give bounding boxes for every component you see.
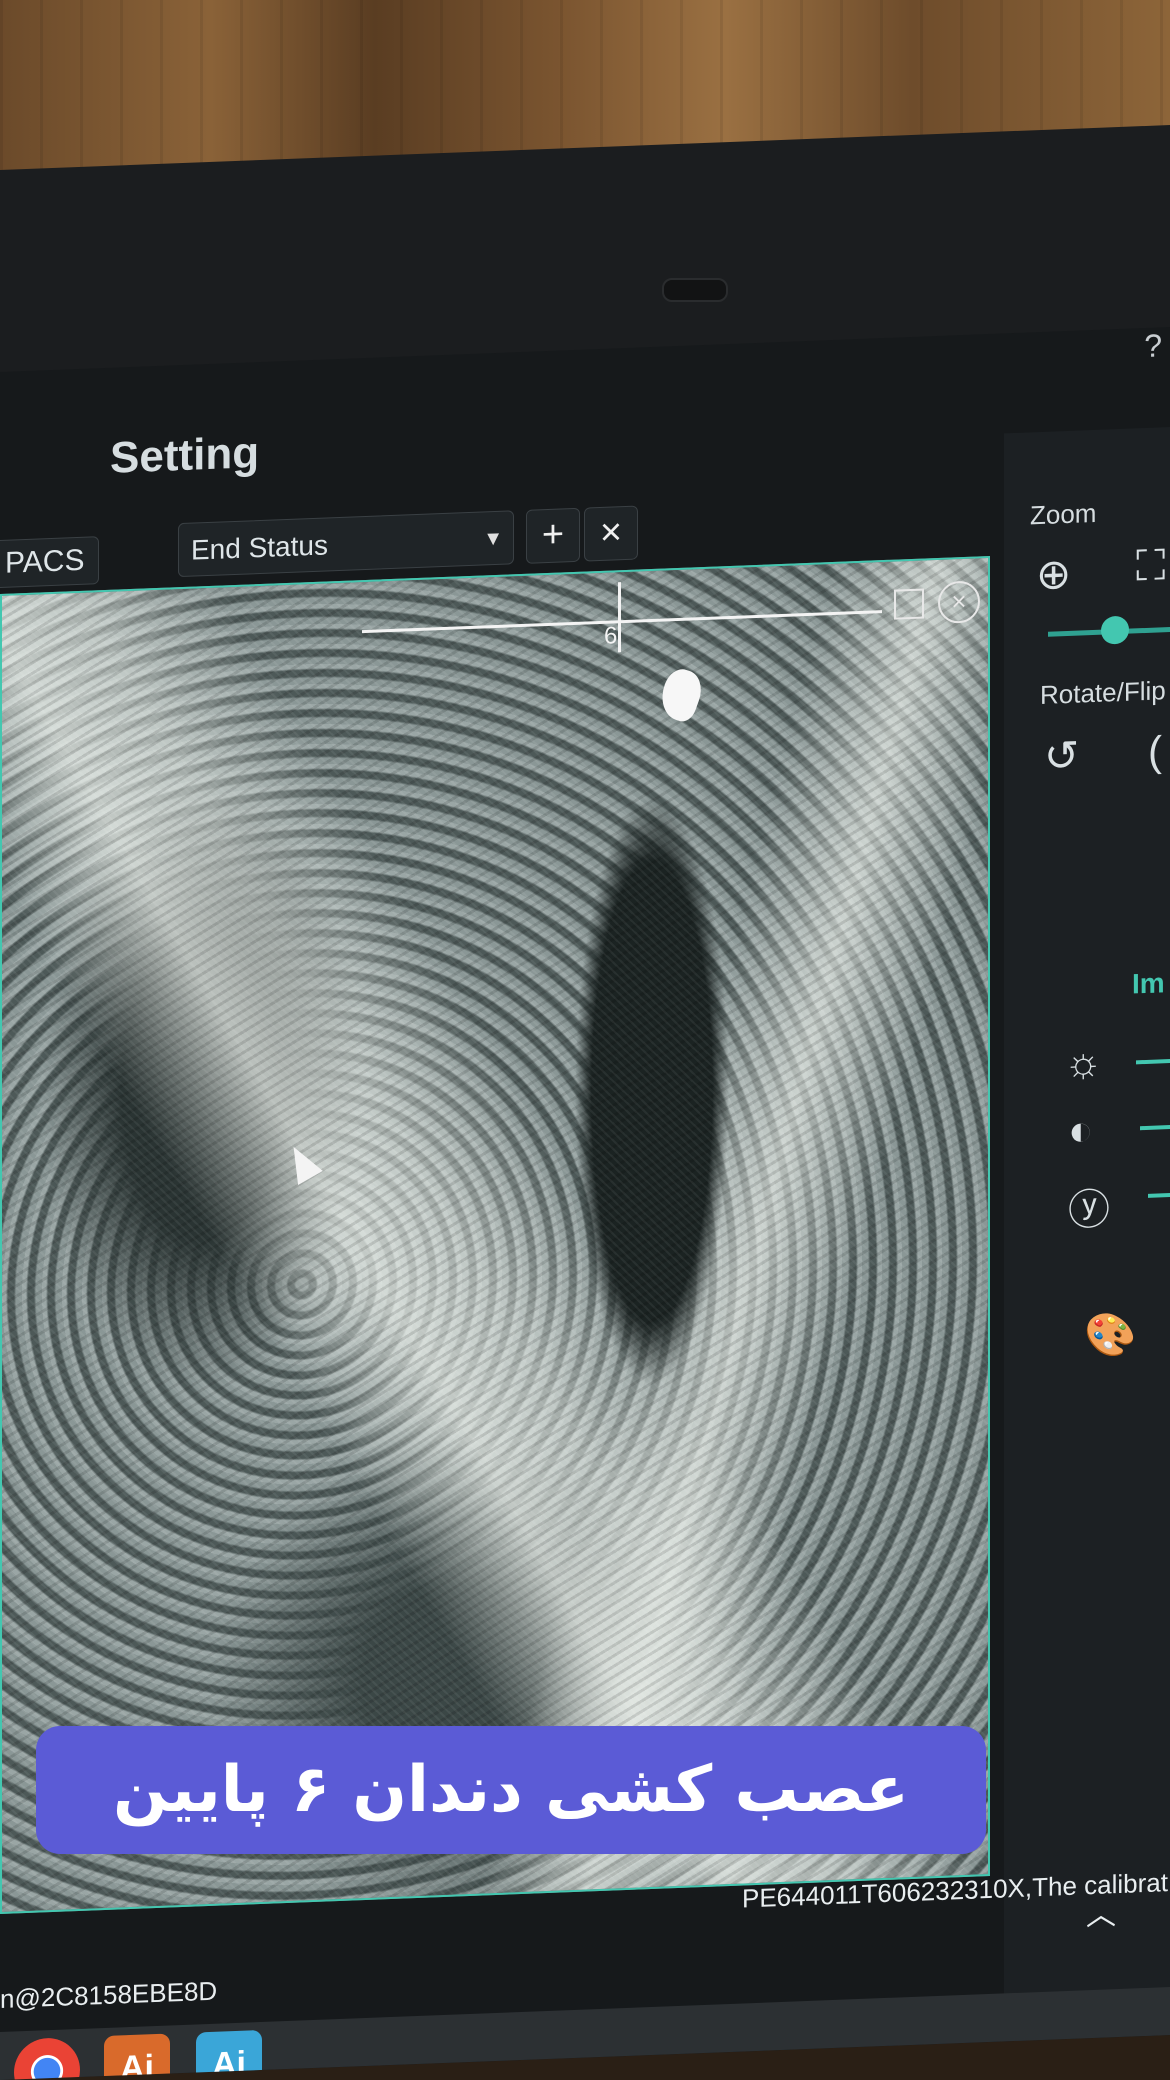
rotate-left-icon[interactable]: ↺ bbox=[1044, 731, 1079, 781]
ruler-label: 6 bbox=[604, 622, 618, 650]
close-icon: × bbox=[599, 511, 623, 554]
rotate-right-icon[interactable]: ( bbox=[1148, 727, 1162, 776]
gamma-icon[interactable]: ⓨ bbox=[1068, 1175, 1110, 1238]
status-select[interactable]: End Status ▼ bbox=[178, 510, 514, 578]
user-identifier: n@2C8158EBE8D bbox=[0, 1975, 218, 2014]
tab-pacs[interactable]: PACS bbox=[0, 536, 100, 589]
brightness-icon[interactable]: ☼ bbox=[1064, 1038, 1103, 1087]
maximize-button[interactable] bbox=[894, 588, 924, 620]
zoom-label: Zoom bbox=[1030, 497, 1097, 531]
xray-image-viewer[interactable]: 6 × bbox=[0, 555, 990, 1914]
rotate-flip-label: Rotate/Flip bbox=[1040, 675, 1166, 711]
contrast-icon[interactable]: ◐ bbox=[1068, 1106, 1093, 1155]
ai-app-icon[interactable]: Ai bbox=[104, 2033, 170, 2080]
fit-screen-icon[interactable]: ⛶ bbox=[1136, 541, 1165, 591]
palette-icon[interactable]: 🎨 bbox=[1084, 1310, 1136, 1361]
tray-chevron-icon[interactable]: ︿ bbox=[1086, 1889, 1116, 1934]
caption-overlay: عصب کشی دندان ۶ پایین bbox=[36, 1726, 986, 1854]
remove-button[interactable]: × bbox=[584, 505, 638, 562]
ruler-tick bbox=[618, 582, 621, 653]
page-title: Setting bbox=[110, 428, 260, 483]
image-texture bbox=[2, 558, 988, 1912]
zoom-in-icon[interactable]: ⊕ bbox=[1036, 549, 1071, 599]
add-button[interactable]: + bbox=[526, 507, 580, 564]
gamma-slider[interactable] bbox=[1148, 1192, 1170, 1198]
image-section-label: Im bbox=[1132, 967, 1165, 1000]
status-select-value: End Status bbox=[191, 529, 328, 566]
ai-app-icon-2[interactable]: Ai bbox=[196, 2029, 262, 2080]
chevron-down-icon: ▼ bbox=[483, 527, 503, 551]
plus-icon: + bbox=[541, 513, 565, 557]
help-button[interactable]: ? bbox=[1144, 327, 1162, 365]
chrome-icon[interactable] bbox=[14, 2036, 80, 2080]
webcam-icon bbox=[662, 278, 728, 302]
caption-text: عصب کشی دندان ۶ پایین bbox=[112, 1753, 910, 1827]
